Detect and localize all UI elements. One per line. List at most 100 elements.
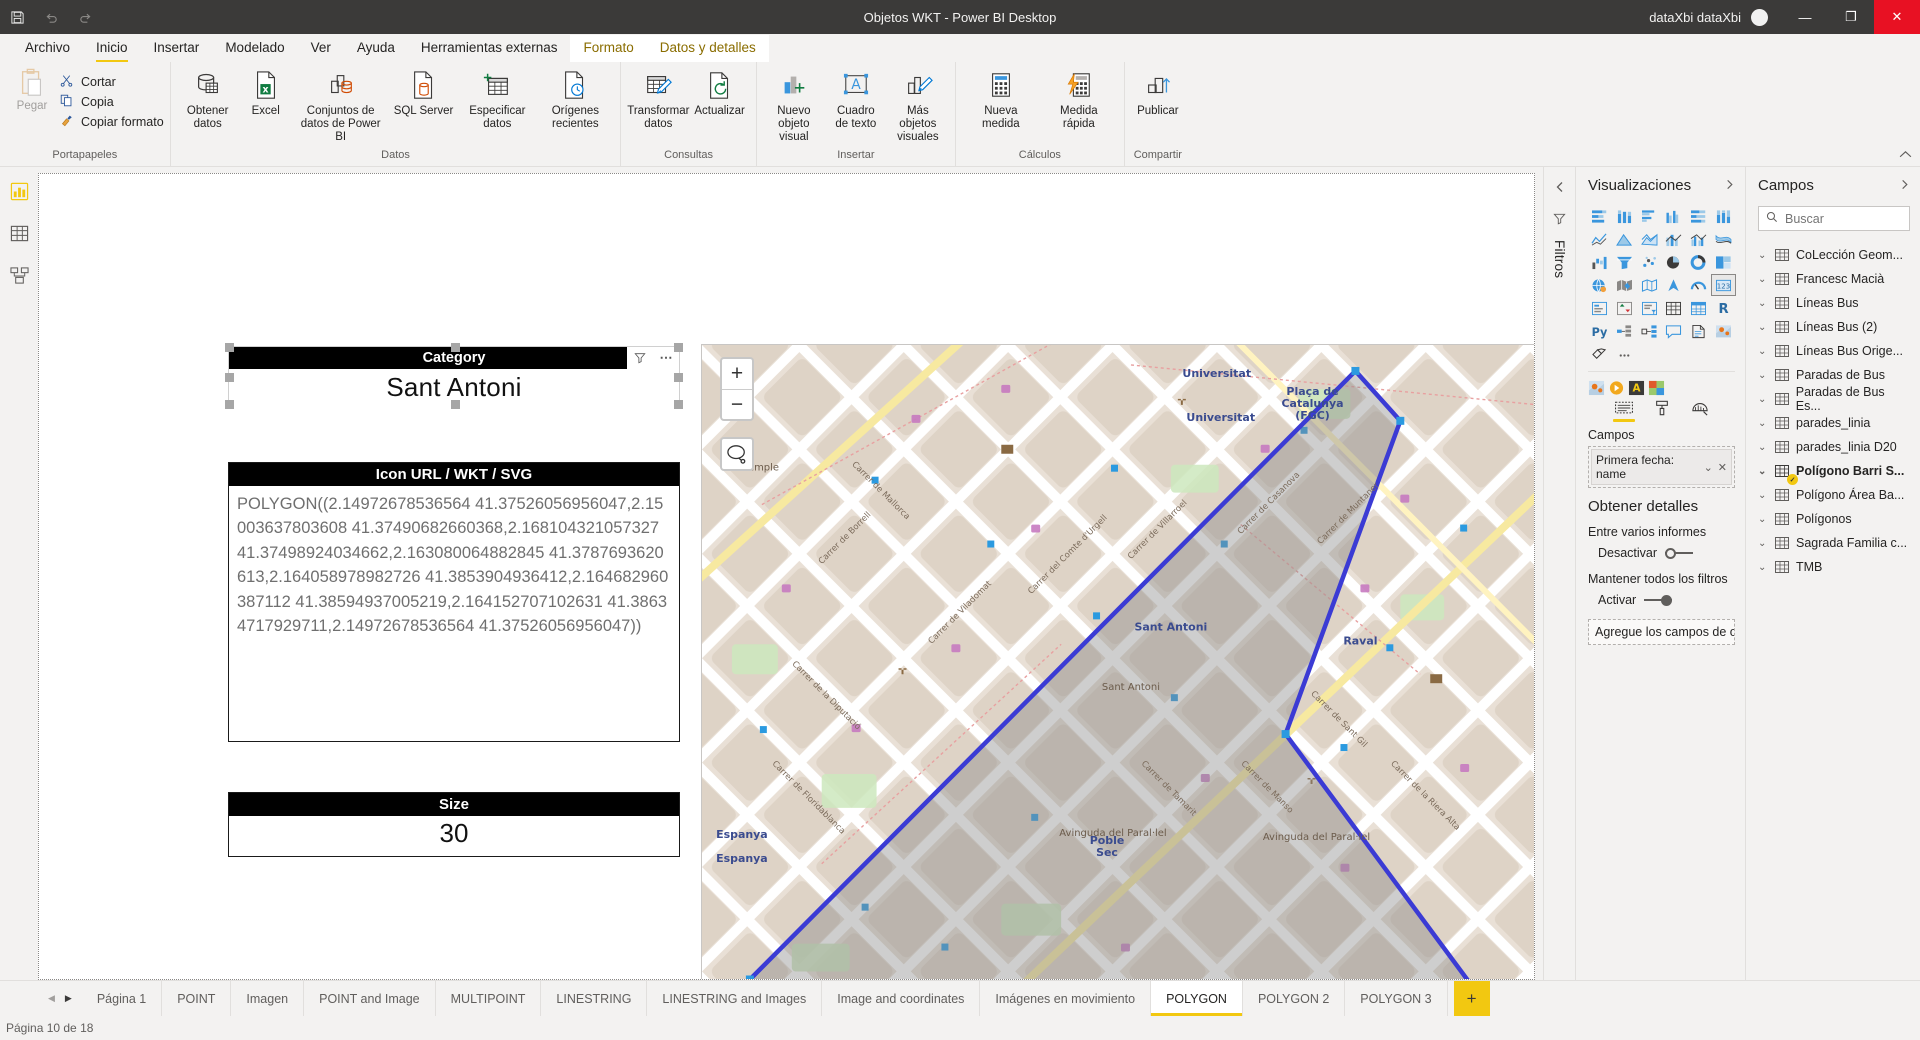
word-cloud-icon[interactable]: A [1628, 378, 1645, 398]
page-tab-linestring-and-images[interactable]: LINESTRING and Images [647, 981, 822, 1016]
analytics-tab-icon[interactable] [1689, 400, 1711, 422]
size-card-visual[interactable]: Size 30 [228, 792, 680, 857]
chevron-down-icon[interactable]: ⌄ [1758, 298, 1768, 309]
publicar-button[interactable]: Publicar [1131, 66, 1185, 120]
tab-herramientas-externas[interactable]: Herramientas externas [408, 35, 571, 62]
report-canvas[interactable]: Category ⋯ Sant Antoni [38, 173, 1535, 980]
undo-icon[interactable] [34, 0, 68, 34]
chevron-down-icon[interactable]: ⌄ [1758, 514, 1768, 525]
expand-filters-icon[interactable] [1554, 181, 1566, 196]
keep-filters-toggle-row[interactable]: Activar [1598, 593, 1735, 607]
decomposition-tree-icon[interactable] [1613, 321, 1636, 341]
keep-filters-toggle[interactable] [1644, 595, 1672, 606]
chevron-down-icon[interactable]: ⌄ [1758, 370, 1768, 381]
fields-tab-icon[interactable] [1613, 400, 1635, 422]
chevron-down-icon[interactable]: ⌄ [1758, 346, 1768, 357]
search-input[interactable] [1785, 212, 1902, 226]
nuevo-objeto-visual-button[interactable]: Nuevo objeto visual [763, 66, 825, 146]
page-tab-multipoint[interactable]: MULTIPOINT [436, 981, 542, 1016]
fields-table-row[interactable]: ⌄parades_linia D20 [1758, 435, 1910, 459]
page-tab-pagina-1[interactable]: Página 1 [82, 981, 162, 1016]
conjuntos-datos-powerbi-button[interactable]: Conjuntos de datos de Power BI [293, 66, 389, 146]
ribbon-chart-icon[interactable] [1712, 229, 1735, 249]
icon-map-icon[interactable] [1648, 378, 1665, 398]
chevron-down-icon[interactable]: ⌄ [1758, 322, 1768, 333]
cuadro-de-texto-button[interactable]: A Cuadro de texto [825, 66, 887, 133]
lasso-select-icon[interactable] [720, 437, 754, 471]
paginated-report-icon[interactable] [1687, 321, 1710, 341]
nueva-medida-button[interactable]: Nueva medida [962, 66, 1040, 133]
resize-handle-tr[interactable] [674, 343, 683, 352]
origenes-recientes-button[interactable]: Orígenes recientes [536, 66, 614, 133]
pie-chart-icon[interactable] [1663, 252, 1686, 272]
field-chip[interactable]: Primera fecha: name ⌄ ✕ [1591, 449, 1732, 485]
excel-button[interactable]: x Excel [239, 66, 293, 120]
avatar[interactable] [1751, 9, 1768, 26]
cross-report-toggle-row[interactable]: Desactivar [1598, 546, 1735, 560]
sql-server-button[interactable]: SQL Server [389, 66, 459, 120]
q-and-a-icon[interactable] [1663, 321, 1686, 341]
fields-table-row[interactable]: ⌄Polígonos [1758, 507, 1910, 531]
donut-chart-icon[interactable] [1687, 252, 1710, 272]
zoom-out-button[interactable]: − [722, 389, 752, 419]
map-zoom-controls[interactable]: + − [720, 357, 754, 421]
shape-map-icon[interactable] [1638, 275, 1661, 295]
custom-map-visual-icon[interactable] [1712, 321, 1735, 341]
page-tab-point[interactable]: POINT [162, 981, 231, 1016]
line-clustered-column-icon[interactable] [1687, 229, 1710, 249]
chevron-down-icon[interactable]: ⌄ [1758, 442, 1768, 453]
drillthrough-fields-well[interactable]: Agregue los campos de ob... [1588, 619, 1735, 645]
matrix-icon[interactable] [1687, 298, 1710, 318]
fields-table-row[interactable]: ⌄TMB [1758, 555, 1910, 579]
python-visual-icon[interactable]: Py [1588, 321, 1611, 341]
waterfall-chart-icon[interactable] [1588, 252, 1611, 272]
map-visual[interactable]: Plaça de Catalunya (FGC) Universitat Uni… [701, 344, 1535, 980]
save-icon[interactable] [0, 0, 34, 34]
chevron-right-icon[interactable]: ▶ [65, 993, 72, 1004]
restore-button[interactable]: ❐ [1828, 0, 1874, 34]
chevron-down-icon[interactable]: ⌄ [1758, 466, 1768, 477]
chevron-right-icon[interactable] [1899, 179, 1910, 193]
actualizar-button[interactable]: Actualizar [689, 66, 750, 120]
table-icon[interactable] [7, 221, 31, 245]
chevron-right-icon[interactable] [1724, 179, 1735, 193]
resize-handle-bl[interactable] [225, 400, 234, 409]
page-tab-imagen[interactable]: Imagen [231, 981, 304, 1016]
user-name[interactable]: dataXbi dataXbi [1649, 10, 1741, 25]
visual-property-tabs[interactable] [1588, 398, 1735, 422]
stacked-column-chart-icon[interactable] [1613, 206, 1636, 226]
resize-handle-bc[interactable] [451, 400, 460, 409]
tab-datos-y-detalles[interactable]: Datos y detalles [647, 35, 769, 62]
fields-table-row[interactable]: ⌄Sagrada Familia c... [1758, 531, 1910, 555]
scatter-chart-icon[interactable] [1638, 252, 1661, 272]
table-icon[interactable] [1663, 298, 1686, 318]
paste-button[interactable]: Pegar [6, 66, 58, 112]
tab-modelado[interactable]: Modelado [212, 35, 297, 62]
tab-archivo[interactable]: Archivo [12, 35, 83, 62]
custom-visuals-row[interactable]: A [1588, 378, 1735, 398]
chevron-down-icon[interactable]: ⌄ [1704, 461, 1713, 474]
resize-handle-tl[interactable] [225, 343, 234, 352]
smart-narrative-icon[interactable] [1588, 344, 1611, 364]
tab-ver[interactable]: Ver [298, 35, 344, 62]
line-stacked-column-icon[interactable] [1663, 229, 1686, 249]
gauge-icon[interactable] [1687, 275, 1710, 295]
collapse-ribbon-button[interactable] [1899, 150, 1912, 162]
format-painter-button[interactable]: Copiar formato [58, 112, 164, 132]
more-visuals-ellipsis-icon[interactable] [1613, 344, 1636, 364]
page-tab-polygon-3[interactable]: POLYGON 3 [1345, 981, 1447, 1016]
chevron-down-icon[interactable]: ⌄ [1758, 562, 1768, 573]
funnel-chart-icon[interactable] [1613, 252, 1636, 272]
kpi-icon[interactable] [1613, 298, 1636, 318]
chevron-down-icon[interactable]: ⌄ [1758, 490, 1768, 501]
clustered-column-chart-icon[interactable] [1663, 206, 1686, 226]
100-stacked-bar-icon[interactable] [1687, 206, 1710, 226]
chevron-down-icon[interactable]: ⌄ [1758, 418, 1768, 429]
fields-table-row[interactable]: ⌄Polígono Área Ba... [1758, 483, 1910, 507]
chevron-down-icon[interactable]: ⌄ [1758, 538, 1768, 549]
page-tab-point-and-image[interactable]: POINT and Image [304, 981, 436, 1016]
chevron-down-icon[interactable]: ⌄ [1758, 394, 1768, 405]
format-tab-icon[interactable] [1651, 400, 1673, 422]
play-axis-icon[interactable] [1608, 378, 1625, 398]
tab-formato[interactable]: Formato [570, 35, 646, 62]
